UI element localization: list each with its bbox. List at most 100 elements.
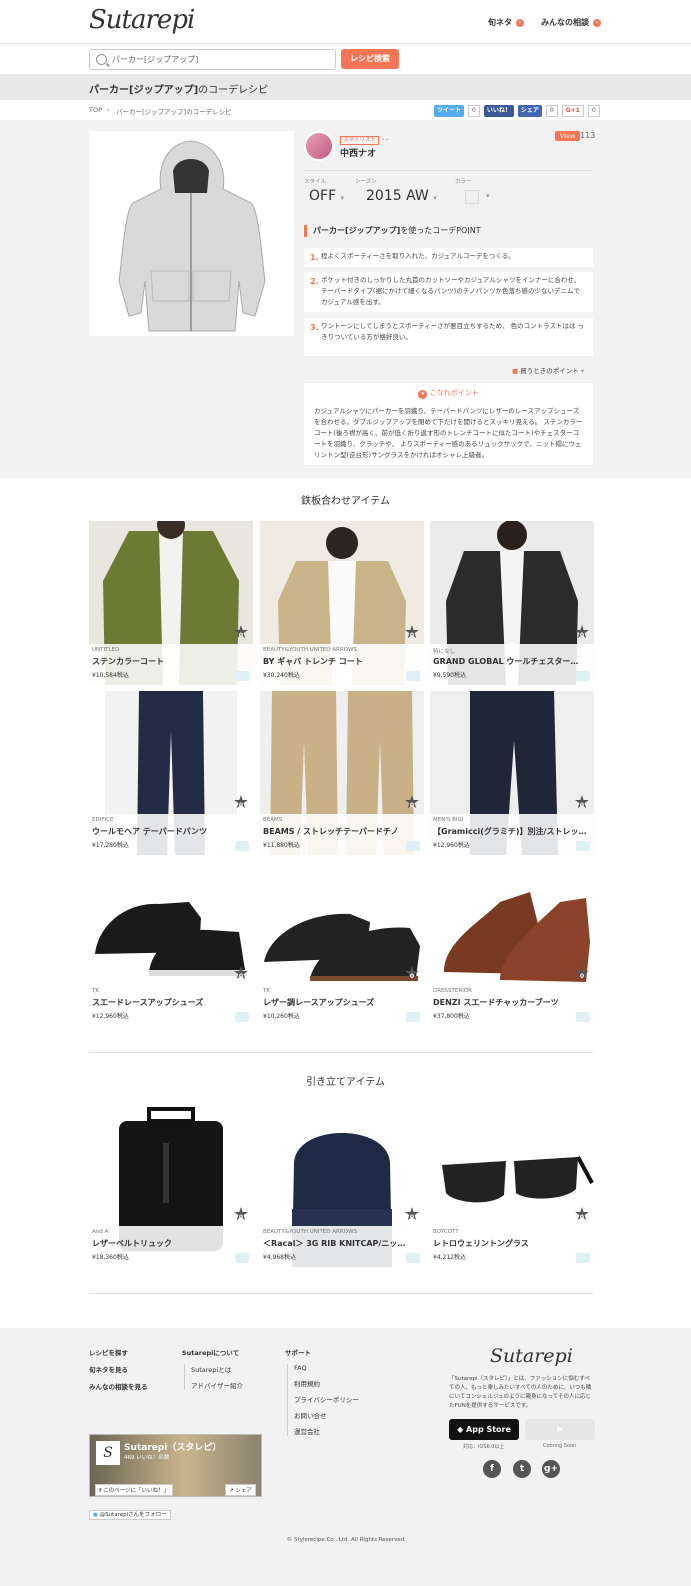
item-card[interactable]: ★ 0 BEAMS BEAMS / ストレッチテーパードチノ ¥11,880税込 (260, 691, 424, 855)
hoodie-image (118, 140, 266, 332)
favorite-star-icon[interactable]: ★ 0 (573, 965, 591, 983)
nav-shun-neta[interactable]: 旬ネタ › (488, 17, 524, 28)
section-title-hikitate: 引き立てアイテム (306, 1077, 385, 1088)
item-name: レトロウェリントングラス (433, 1239, 529, 1248)
cart-icon[interactable] (406, 1012, 420, 1022)
cart-icon[interactable] (235, 671, 249, 681)
nav-minna-soudan[interactable]: みんなの相談 › (541, 17, 601, 28)
item-card[interactable]: ★ 0 TK スエードレースアップシューズ ¥12,960税込 (89, 862, 253, 1026)
footer-col-support: サポート FAQ 利用規約 プライバシーポリシー お問い合せ 運営会社 (285, 1347, 359, 1442)
site-logo[interactable]: Sutarepi (89, 5, 195, 35)
style-value[interactable]: OFF ▾ (309, 188, 344, 204)
gplus-button[interactable]: G+1 (561, 105, 584, 117)
favorite-star-icon[interactable]: ★ 0 (573, 794, 591, 812)
fb-page-like-button[interactable]: f このページに「いいね！」 (95, 1484, 174, 1496)
item-brand: EDIFICE (92, 817, 114, 823)
footer-heading[interactable]: Sutarepiについて (182, 1347, 243, 1357)
view-badge: View (555, 131, 581, 141)
favorite-star-icon[interactable]: ★ 0 (403, 624, 421, 642)
favorite-star-icon[interactable]: ★ 0 (403, 794, 421, 812)
facebook-icon[interactable]: f (483, 1460, 501, 1478)
like-count: 0 (409, 632, 415, 639)
favorite-star-icon[interactable]: ★ 0 (232, 624, 250, 642)
footer-link[interactable]: 運営会社 (294, 1426, 359, 1436)
item-card[interactable]: ★ 0 BEAUTY&YOUTH UNITED ARROWS ＜Racal＞ 3G… (260, 1103, 424, 1267)
cart-icon[interactable] (235, 1253, 249, 1263)
googleplus-icon[interactable]: g+ (542, 1460, 560, 1478)
buy-point-link[interactable]: ■ 買うときのポイント ▾ (512, 365, 584, 375)
cart-icon[interactable] (235, 841, 249, 851)
item-card[interactable]: ★ 0 TK レザー調レースアップシューズ ¥10,260税込 (260, 862, 424, 1026)
favorite-star-icon[interactable]: ★ 0 (403, 1206, 421, 1224)
item-card[interactable]: ★ 0 And A レザーベルトリュック ¥18,360税込 (89, 1103, 253, 1267)
search-input[interactable] (112, 52, 327, 67)
like-count: 0 (579, 973, 585, 980)
favorite-star-icon[interactable]: ★ 0 (232, 794, 250, 812)
favorite-star-icon[interactable]: ★ 0 (232, 965, 250, 983)
app-store-button[interactable]: ◆ App Store (449, 1419, 519, 1440)
item-brand: TK (263, 988, 270, 994)
like-count: 0 (409, 1214, 415, 1221)
season-text: 2015 AW (366, 188, 429, 204)
cart-icon[interactable] (576, 671, 590, 681)
footer-link[interactable]: レシピを探す (89, 1347, 148, 1357)
item-card[interactable]: ★ 0 EDIFICE ウールモヘア テーパードパンツ ¥17,280税込 (89, 691, 253, 855)
fb-share-button[interactable]: シェア (517, 105, 542, 117)
favorite-star-icon[interactable]: ★ 0 (573, 624, 591, 642)
item-name: ステンカラーコート (92, 657, 164, 666)
tweet-button[interactable]: ツイート (434, 105, 465, 117)
cart-icon[interactable] (576, 1253, 590, 1263)
footer-link[interactable]: お問い合せ (294, 1410, 359, 1420)
like-count: 0 (579, 802, 585, 809)
cart-icon[interactable] (576, 1012, 590, 1022)
footer-link[interactable]: プライバシーポリシー (294, 1394, 359, 1404)
footer-link[interactable]: 旬ネタを見る (89, 1364, 148, 1374)
color-swatch[interactable] (465, 190, 479, 204)
fb-page-share-button[interactable]: ↗ シェア (225, 1484, 256, 1496)
footer-link[interactable]: Sutarepiとは (191, 1364, 243, 1374)
footer-sublinks: FAQ 利用規約 プライバシーポリシー お問い合せ 運営会社 (287, 1364, 359, 1436)
item-card[interactable]: ★ 0 MEN'S BIGI 【Gramicci(グラミチ)】別注/ストレッチ… … (430, 691, 594, 855)
caret-down-icon: ▾ (433, 194, 437, 202)
like-count: 0 (409, 973, 415, 980)
item-card[interactable]: ★ 0 UNTITLED ステンカラーコート ¥10,584税込 (89, 521, 253, 685)
cart-icon[interactable] (235, 1012, 249, 1022)
footer-link[interactable]: 利用規約 (294, 1378, 359, 1388)
item-brand: BEAUTY&YOUTH UNITED ARROWS (263, 1229, 357, 1235)
breadcrumb-top[interactable]: TOP (89, 106, 102, 114)
ios-note: 対応：iOS6.0以上 (463, 1444, 505, 1450)
twitter-icon[interactable]: t (513, 1460, 531, 1478)
cart-icon[interactable] (576, 841, 590, 851)
like-count: 0 (238, 802, 244, 809)
favorite-star-icon[interactable]: ★ 0 (573, 1206, 591, 1224)
stylist-name[interactable]: 中西ナオ (340, 146, 376, 159)
breadcrumb-current: パーカー[ジップアップ]のコーデレシピ (116, 108, 232, 116)
item-brand: TK (92, 988, 99, 994)
item-price: ¥12,960税込 (433, 842, 470, 849)
fb-like-button[interactable]: いいね！ (483, 105, 514, 117)
item-name: ウールモヘア テーパードパンツ (92, 827, 208, 836)
footer-link[interactable]: アドバイザー紹介 (191, 1380, 243, 1390)
share-icon: ↗ (229, 1488, 234, 1494)
favorite-star-icon[interactable]: ★ 0 (232, 1206, 250, 1224)
nav-label: みんなの相談 (541, 18, 589, 27)
footer-link[interactable]: FAQ (294, 1364, 359, 1372)
footer-link[interactable]: みんなの相談を見る (89, 1381, 148, 1391)
twitter-follow-button[interactable]: ● @Sutarepiさんをフォロー (89, 1510, 171, 1520)
favorite-star-icon[interactable]: ★ 0 (403, 965, 421, 983)
season-value[interactable]: 2015 AW ▾ (366, 188, 437, 204)
item-card[interactable]: ★ 0 特になし GRAND GLOBAL ウールチェスター… ¥9,590税込 (430, 521, 594, 685)
like-count: 0 (579, 1214, 585, 1221)
facebook-page-widget[interactable]: S Sutarepi（スタレピ） 469 いいね！の数 f このページに「いいね… (89, 1434, 262, 1497)
cart-icon[interactable] (406, 841, 420, 851)
item-card[interactable]: ★ 0 DRESSTERIOR DENZI スエードチャッカーブーツ ¥37,80… (430, 862, 594, 1026)
fb-like-label: このページに「いいね！」 (103, 1488, 170, 1494)
recipe-search-button[interactable]: レシピ検索 (341, 49, 399, 69)
cart-icon[interactable] (406, 671, 420, 681)
cart-icon[interactable] (406, 1253, 420, 1263)
nav-label: 旬ネタ (488, 18, 512, 27)
point-number: 1. (310, 253, 319, 262)
stylist-avatar[interactable] (304, 131, 334, 161)
item-card[interactable]: ★ 0 BOYCOTT レトロウェリントングラス ¥4,212税込 (430, 1103, 594, 1267)
item-card[interactable]: ★ 0 BEAUTY&YOUTH UNITED ARROWS BY ギャバ トレン… (260, 521, 424, 685)
